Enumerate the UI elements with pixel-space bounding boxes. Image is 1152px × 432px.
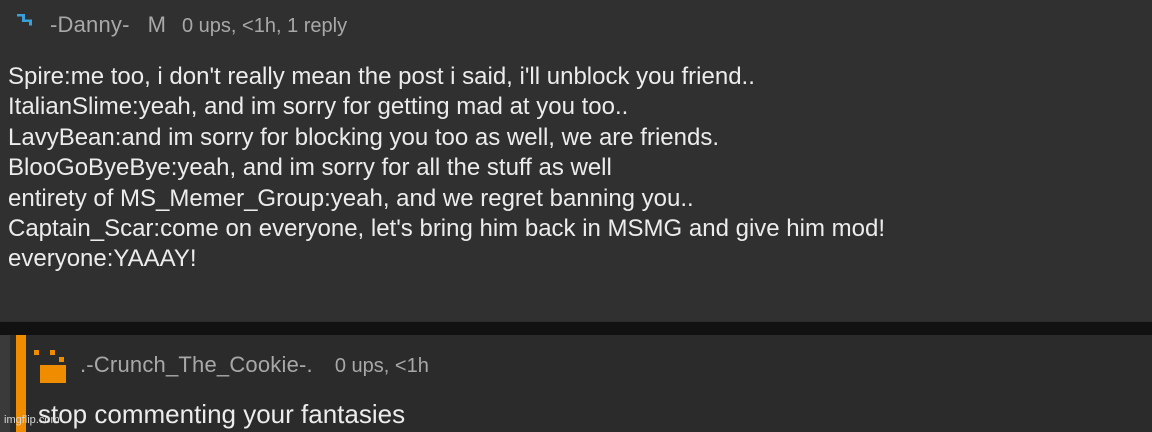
comment-line: BlooGoByeBye:yeah, and im sorry for all … (8, 154, 612, 182)
comment-line: entirety of MS_Memer_Group:yeah, and we … (8, 184, 694, 212)
comment-line: Captain_Scar:come on everyone, let's bri… (8, 215, 885, 243)
reply-username[interactable]: .-Crunch_The_Cookie-. (80, 352, 313, 378)
reply-meta: .-Crunch_The_Cookie-. 0 ups, <1h (80, 352, 429, 378)
reply-stats: 0 ups, <1h (334, 355, 429, 377)
comment-body: Spire:me too, i don't really mean the po… (8, 62, 1148, 275)
comment-divider (0, 322, 1152, 335)
reply-body: stop commenting your fantasies (38, 399, 406, 429)
comment-reply: .-Crunch_The_Cookie-. 0 ups, <1h stop co… (0, 335, 1152, 432)
watermark: imgflip.com (4, 414, 60, 426)
comment-line: ItalianSlime:yeah, and im sorry for gett… (8, 93, 629, 121)
mod-badge: M (147, 12, 166, 37)
lightning-avatar-icon[interactable] (14, 10, 38, 30)
pixel-cookie-avatar-icon[interactable] (34, 343, 68, 383)
comment-line: everyone:YAAAY! (8, 245, 197, 273)
comment-meta: -Danny- M 0 ups, <1h, 1 reply (50, 12, 347, 38)
comment-stats: 0 ups, <1h, 1 reply (181, 15, 348, 37)
comment-line: Spire:me too, i don't really mean the po… (8, 63, 755, 90)
username[interactable]: -Danny- (50, 12, 130, 38)
comment-danny: -Danny- M 0 ups, <1h, 1 reply Spire:me t… (0, 0, 1152, 321)
comment-line: LavyBean:and im sorry for blocking you t… (8, 123, 720, 151)
